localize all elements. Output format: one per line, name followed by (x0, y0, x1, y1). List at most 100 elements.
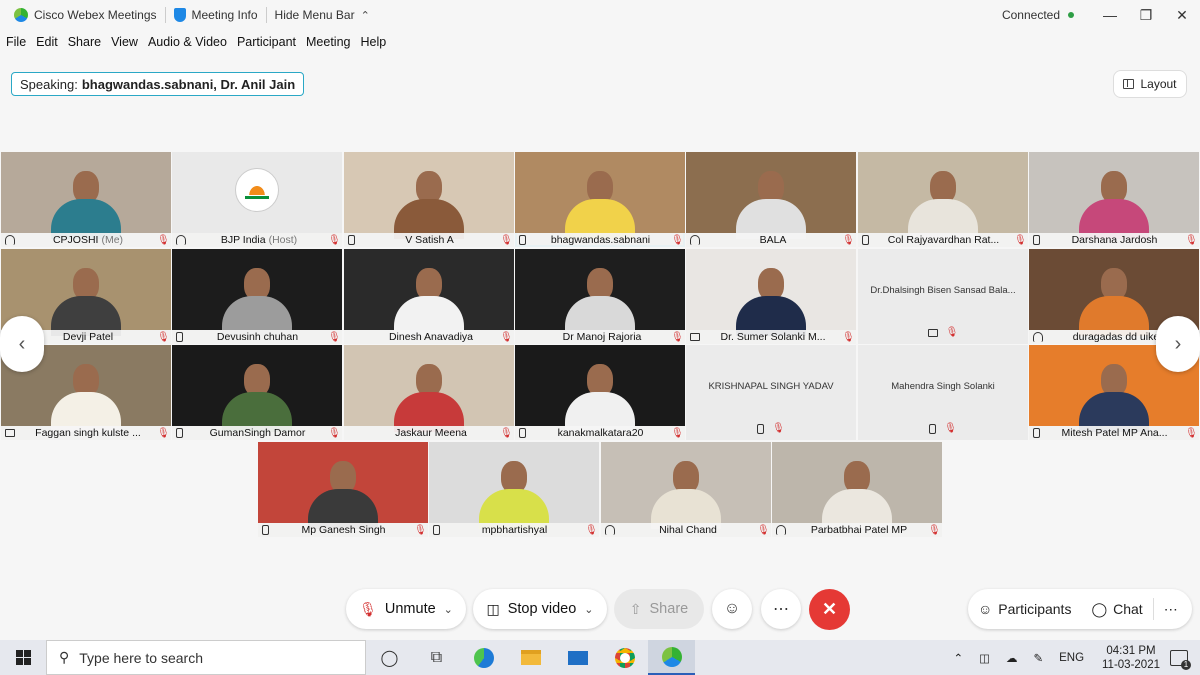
participant-caption: GumanSingh Damor 🎙 (172, 426, 342, 440)
participant-video-tile[interactable]: V Satish A 🎙 (344, 152, 514, 247)
participant-name-text: kanakmalkatara20 (557, 427, 644, 439)
more-panels-button[interactable]: ⋯ (1154, 601, 1188, 618)
notification-center-icon[interactable] (1170, 649, 1191, 670)
participant-name-text: V Satish A (405, 234, 454, 246)
participant-video-tile[interactable]: BALA 🎙 (686, 152, 856, 247)
participant-name: Faggan singh kulste ... (19, 427, 157, 439)
participant-video-tile[interactable]: Dr. Sumer Solanki M... 🎙 (686, 249, 856, 344)
participants-button[interactable]: ☺ Participants (968, 601, 1081, 617)
menu-edit[interactable]: Edit (36, 35, 58, 49)
chat-label: Chat (1113, 601, 1143, 617)
share-label: Share (649, 601, 689, 617)
phone-icon (348, 235, 355, 245)
mail-app[interactable] (554, 640, 601, 675)
computer-icon (5, 429, 15, 437)
no-device-spacer (519, 332, 529, 342)
participant-status-icons: 🎙 (686, 423, 856, 434)
menu-help[interactable]: Help (360, 35, 386, 49)
participant-video-tile[interactable]: KRISHNAPAL SINGH YADAV 🎙 (686, 345, 856, 440)
muted-mic-icon: 🎙 (772, 423, 785, 434)
start-button[interactable] (0, 640, 46, 675)
meeting-info-button[interactable]: Meeting Info (166, 8, 266, 22)
participant-caption: Dinesh Anavadiya 🎙 (344, 330, 514, 344)
participant-video-tile[interactable]: Nihal Chand 🎙 (601, 442, 771, 537)
participant-video-tile[interactable]: BJP India (Host) 🎙 (172, 152, 342, 247)
cortana-button[interactable]: ◯ (366, 640, 413, 675)
muted-mic-icon: 🎙 (671, 427, 684, 439)
participant-video-tile[interactable]: Mahendra Singh Solanki 🎙 (858, 345, 1028, 440)
participant-name-text: BJP India (220, 234, 266, 246)
task-view-button[interactable]: ⧉ (413, 640, 460, 675)
language-indicator[interactable]: ENG (1059, 652, 1084, 664)
participant-name-text: duragadas dd uike (1072, 331, 1160, 343)
participant-video-tile[interactable]: CPJOSHI (Me) 🎙 (1, 152, 171, 247)
muted-mic-icon: 🎙 (157, 234, 170, 246)
participant-figure (1079, 171, 1149, 239)
participant-caption: BALA 🎙 (686, 233, 856, 247)
chevron-down-icon[interactable]: ⌄ (444, 603, 453, 616)
edge-icon (473, 647, 494, 668)
file-explorer-app[interactable] (507, 640, 554, 675)
edge-app[interactable] (460, 640, 507, 675)
participant-role: (Me) (101, 234, 124, 246)
participant-video-tile[interactable]: Darshana Jardosh 🎙 (1029, 152, 1199, 247)
next-page-button[interactable]: › (1156, 316, 1200, 372)
participant-video-tile[interactable]: Col Rajyavardhan Rat... 🎙 (858, 152, 1028, 247)
previous-page-button[interactable]: ‹ (0, 316, 44, 372)
tray-overflow-icon[interactable]: ⌃ (953, 651, 963, 665)
participant-video-tile[interactable]: Devusinh chuhan 🎙 (172, 249, 342, 344)
participant-caption: Dr Manoj Rajoria 🎙 (515, 330, 685, 344)
participant-video-tile[interactable]: GumanSingh Damor 🎙 (172, 345, 342, 440)
taskbar-search-box[interactable]: ⚲ Type here to search (46, 640, 366, 675)
hide-menu-bar-button[interactable]: Hide Menu Bar ⌃ (267, 8, 378, 22)
participant-video (172, 345, 342, 432)
speaking-label: Speaking: (20, 76, 78, 92)
participant-video-tile[interactable]: mpbhartishyal 🎙 (429, 442, 599, 537)
participant-video-tile[interactable]: Dr Manoj Rajoria 🎙 (515, 249, 685, 344)
participant-name: Dr Manoj Rajoria (533, 331, 671, 343)
layout-button[interactable]: Layout (1113, 70, 1187, 98)
close-window-button[interactable]: ✕ (1164, 7, 1200, 24)
taskbar-clock[interactable]: 04:31 PM 11-03-2021 (1102, 644, 1160, 672)
chevron-up-icon: ⌃ (360, 9, 370, 22)
menu-participant[interactable]: Participant (237, 35, 296, 49)
pen-icon[interactable]: ✎ (1033, 651, 1043, 665)
muted-mic-icon: 🎙 (500, 427, 513, 439)
muted-mic-icon: 🎙 (928, 524, 941, 536)
share-button[interactable]: ⇧ Share (614, 589, 704, 629)
webex-app[interactable] (648, 640, 695, 675)
chat-button[interactable]: ◯ Chat (1081, 601, 1152, 618)
phone-icon (1033, 428, 1040, 438)
participant-video-tile[interactable]: Jaskaur Meena 🎙 (344, 345, 514, 440)
menu-audio-video[interactable]: Audio & Video (148, 35, 227, 49)
participant-name: Col Rajyavardhan Rat... (873, 234, 1014, 246)
participant-video (686, 152, 856, 239)
onedrive-cloud-icon[interactable]: ☁ (1006, 651, 1018, 665)
participant-video-tile[interactable]: Mp Ganesh Singh 🎙 (258, 442, 428, 537)
participant-video-tile[interactable]: kanakmalkatara20 🎙 (515, 345, 685, 440)
maximize-button[interactable]: ❐ (1128, 7, 1164, 24)
participant-name: Mp Ganesh Singh (273, 524, 414, 536)
participant-name-text: mpbhartishyal (481, 524, 548, 536)
participant-video-tile[interactable]: Dr.Dhalsingh Bisen Sansad Bala... 🎙 (858, 249, 1028, 344)
participant-name-text: Mp Ganesh Singh (301, 524, 386, 536)
menu-view[interactable]: View (111, 35, 138, 49)
participant-status-icons: 🎙 (858, 423, 1028, 434)
minimize-button[interactable]: — (1092, 7, 1128, 23)
tray-device-icon[interactable]: ◫ (979, 651, 990, 665)
reactions-button[interactable]: ☺ (712, 589, 752, 629)
menu-file[interactable]: File (6, 35, 26, 49)
menu-meeting[interactable]: Meeting (306, 35, 350, 49)
chrome-app[interactable] (601, 640, 648, 675)
more-options-button[interactable]: ⋯ (761, 589, 801, 629)
participant-video-tile[interactable]: Dinesh Anavadiya 🎙 (344, 249, 514, 344)
participant-name: mpbhartishyal (444, 524, 585, 536)
leave-meeting-button[interactable]: ✕ (809, 589, 850, 630)
chevron-down-icon[interactable]: ⌄ (584, 603, 593, 616)
participant-caption: Dr. Sumer Solanki M... 🎙 (686, 330, 856, 344)
stop-video-button[interactable]: ◫ Stop video ⌄ (473, 589, 607, 629)
participant-video-tile[interactable]: Parbatbhai Patel MP 🎙 (772, 442, 942, 537)
participant-video-tile[interactable]: bhagwandas.sabnani 🎙 (515, 152, 685, 247)
unmute-button[interactable]: 🎙 Unmute ⌄ (346, 589, 466, 629)
menu-share[interactable]: Share (68, 35, 101, 49)
